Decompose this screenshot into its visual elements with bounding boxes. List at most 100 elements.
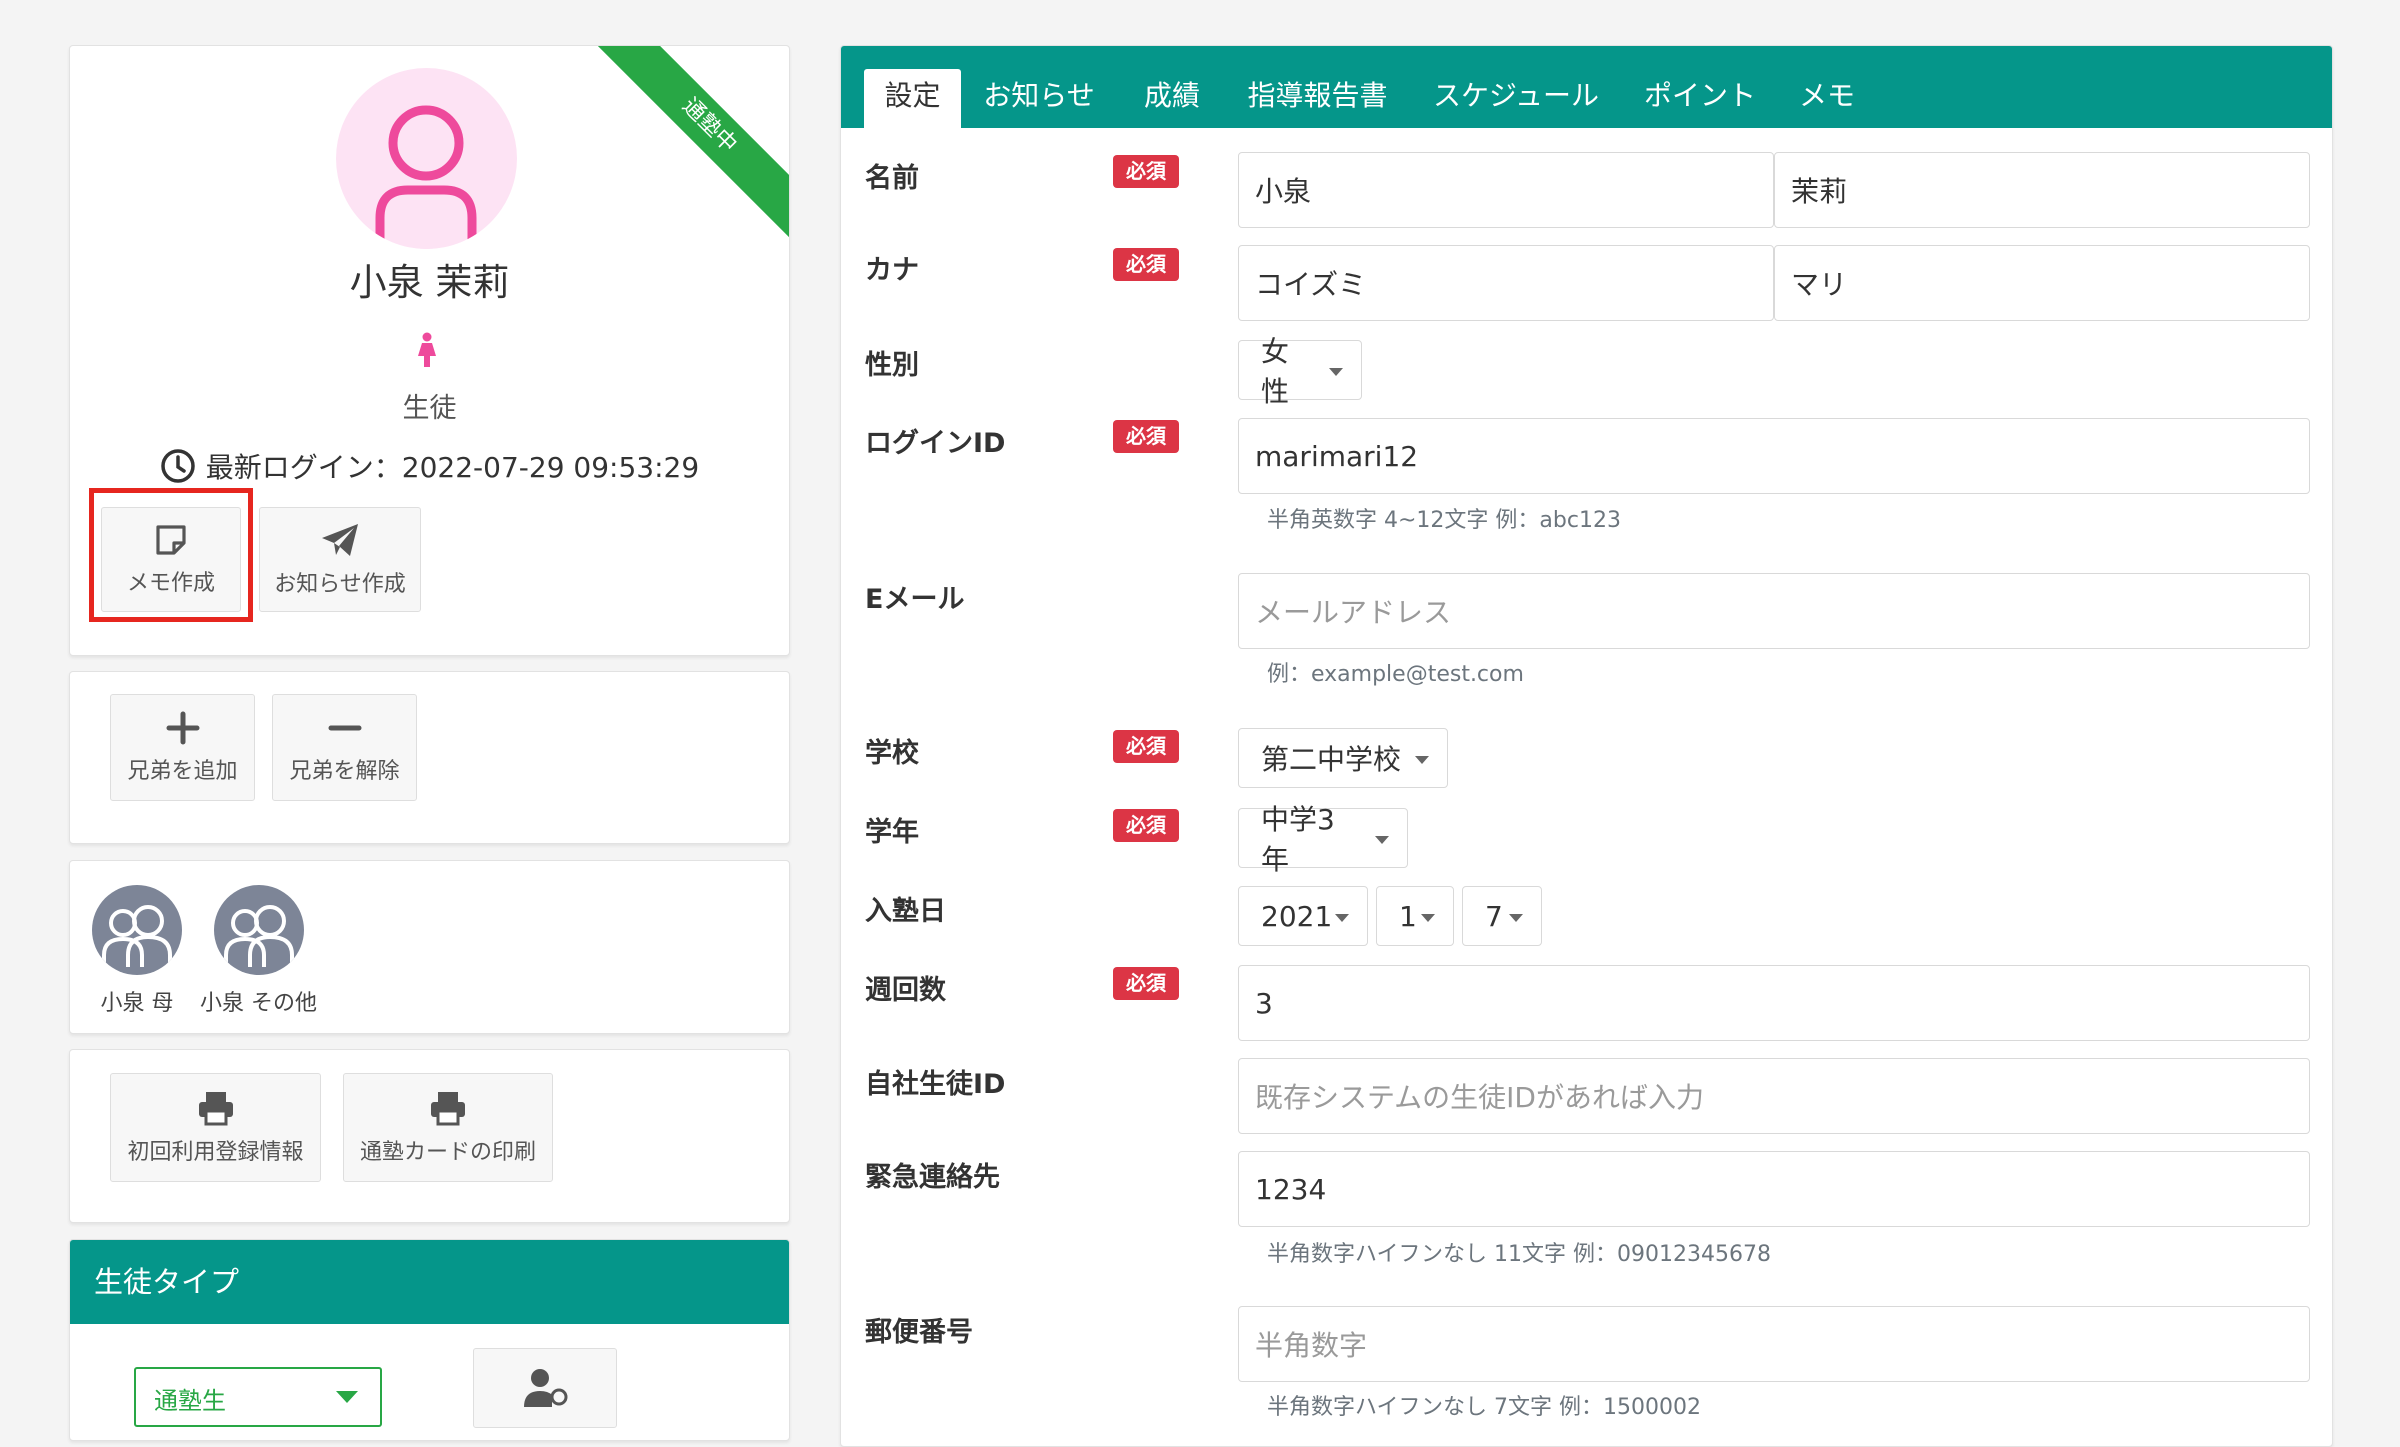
student-type-select[interactable]: 通塾生: [134, 1367, 382, 1427]
student-type-settings-button[interactable]: [473, 1348, 617, 1428]
student-avatar: [336, 68, 517, 249]
student-settings-panel: 設定 お知らせ 成績 指導報告書 スケジュール ポイント メモ 名前 必須 小泉…: [840, 45, 2333, 1447]
family-member-name: 小泉 母: [100, 991, 174, 1016]
required-badge: 必須: [1113, 730, 1179, 763]
family-member-name: 小泉 その他: [200, 991, 317, 1016]
student-type-card: 生徒タイプ 通塾生: [69, 1239, 790, 1441]
emergency-contact-label: 緊急連絡先: [865, 1162, 1000, 1193]
female-icon: [418, 332, 436, 367]
school-label: 学校: [865, 738, 919, 769]
family-member[interactable]: 小泉 その他: [200, 885, 317, 1017]
weekly-count-input[interactable]: 3: [1238, 965, 2310, 1041]
enroll-day-value: 7: [1485, 899, 1503, 933]
student-type-header: 生徒タイプ: [70, 1240, 789, 1324]
chevron-down-icon: [1509, 914, 1523, 922]
login-id-label: ログインID: [865, 428, 1006, 459]
student-type-value: 通塾生: [154, 1387, 226, 1415]
chevron-down-icon: [336, 1391, 358, 1403]
remove-sibling-label: 兄弟を解除: [289, 758, 400, 784]
postal-code-label: 郵便番号: [865, 1317, 973, 1348]
last-name-input[interactable]: 小泉: [1238, 152, 1774, 228]
chevron-down-icon: [1335, 914, 1349, 922]
clock-icon: [161, 449, 195, 483]
chevron-down-icon: [1421, 914, 1435, 922]
status-ribbon: 通塾中: [587, 46, 789, 248]
student-role: 生徒: [402, 393, 457, 424]
email-hint: 例：example@test.com: [1267, 662, 1524, 687]
add-sibling-button[interactable]: 兄弟を追加: [110, 694, 255, 801]
postal-code-hint: 半角数字ハイフンなし 7文字 例：1500002: [1267, 1395, 1701, 1420]
first-name-input[interactable]: 茉莉: [1774, 152, 2310, 228]
print-first-registration-button[interactable]: 初回利用登録情報: [110, 1073, 321, 1182]
tab-settings[interactable]: 設定: [864, 69, 961, 128]
required-badge: 必須: [1113, 809, 1179, 842]
required-badge: 必須: [1113, 420, 1179, 453]
tab-schedule[interactable]: スケジュール: [1426, 69, 1606, 128]
add-sibling-label: 兄弟を追加: [127, 758, 238, 784]
chevron-down-icon: [1329, 368, 1343, 376]
printer-icon: [198, 1091, 233, 1125]
family-avatar: [92, 885, 182, 975]
family-avatar: [213, 885, 304, 975]
gender-select[interactable]: 女性: [1238, 335, 1362, 408]
enroll-date-label: 入塾日: [865, 896, 946, 927]
first-name-kana-input[interactable]: マリ: [1774, 245, 2310, 321]
chevron-down-icon: [1415, 756, 1429, 764]
login-id-input[interactable]: marimari12: [1238, 418, 2310, 494]
emergency-contact-input[interactable]: 1234: [1238, 1151, 2310, 1227]
create-memo-button[interactable]: メモ作成: [101, 507, 241, 612]
required-badge: 必須: [1113, 248, 1179, 281]
email-input[interactable]: メールアドレス: [1238, 573, 2310, 649]
enroll-day-select[interactable]: 7: [1462, 886, 1542, 946]
enroll-year-select[interactable]: 2021: [1238, 886, 1368, 946]
last-login-text: 最新ログイン：2022-07-29 09:53:29: [205, 451, 700, 484]
emergency-contact-hint: 半角数字ハイフンなし 11文字 例：09012345678: [1267, 1242, 1771, 1267]
required-badge: 必須: [1113, 967, 1179, 1000]
grade-select[interactable]: 中学3年: [1238, 803, 1408, 876]
tab-grades[interactable]: 成績: [1137, 69, 1207, 128]
family-card: 小泉 母 小泉 その他: [69, 860, 790, 1034]
minus-icon: [328, 725, 361, 730]
create-notice-label: お知らせ作成: [274, 571, 406, 597]
enroll-year-value: 2021: [1261, 899, 1333, 933]
tab-memo[interactable]: メモ: [1792, 69, 1862, 128]
siblings-card: 兄弟を追加 兄弟を解除: [69, 671, 790, 844]
tab-points[interactable]: ポイント: [1639, 69, 1761, 128]
email-label: Eメール: [865, 584, 965, 615]
tab-guidance-report[interactable]: 指導報告書: [1242, 69, 1393, 128]
company-student-id-input[interactable]: 既存システムの生徒IDがあれば入力: [1238, 1058, 2310, 1134]
tab-notices[interactable]: お知らせ: [977, 69, 1101, 128]
user-gear-icon: [524, 1369, 568, 1407]
family-member[interactable]: 小泉 母: [92, 885, 182, 1017]
required-badge: 必須: [1113, 155, 1179, 188]
enroll-month-select[interactable]: 1: [1376, 886, 1454, 946]
create-memo-label: メモ作成: [126, 570, 215, 596]
gender-label: 性別: [865, 350, 919, 381]
student-name: 小泉 茉莉: [349, 261, 510, 304]
company-student-id-label: 自社生徒ID: [865, 1069, 1006, 1100]
weekly-count-label: 週回数: [865, 975, 946, 1006]
print-card: 初回利用登録情報 通塾カードの印刷: [69, 1049, 790, 1223]
printer-icon: [431, 1091, 465, 1125]
last-login: 最新ログイン：2022-07-29 09:53:29: [70, 446, 789, 486]
grade-label: 学年: [865, 817, 919, 848]
last-name-kana-input[interactable]: コイズミ: [1238, 245, 1774, 321]
print-first-registration-label: 初回利用登録情報: [127, 1139, 304, 1165]
chevron-down-icon: [1375, 836, 1389, 844]
postal-code-input[interactable]: 半角数字: [1238, 1306, 2310, 1382]
school-select[interactable]: 第二中学校: [1238, 728, 1448, 788]
school-value: 第二中学校: [1261, 743, 1402, 776]
memo-icon: [156, 524, 186, 555]
grade-value: 中学3年: [1261, 803, 1335, 876]
print-card-button[interactable]: 通塾カードの印刷: [343, 1073, 553, 1182]
remove-sibling-button[interactable]: 兄弟を解除: [272, 694, 417, 801]
kana-label: カナ: [865, 255, 919, 286]
profile-card: 通塾中 小泉 茉莉 生徒 最新ログイン：2022-07-29 09:53:29 …: [69, 45, 790, 656]
create-notice-button[interactable]: お知らせ作成: [259, 507, 421, 612]
name-label: 名前: [865, 163, 919, 194]
enroll-month-value: 1: [1399, 899, 1417, 933]
tab-bar: 設定 お知らせ 成績 指導報告書 スケジュール ポイント メモ: [841, 46, 2332, 128]
login-id-hint: 半角英数字 4~12文字 例：abc123: [1267, 508, 1621, 533]
print-card-label: 通塾カードの印刷: [359, 1139, 536, 1165]
plus-icon: [166, 711, 199, 744]
